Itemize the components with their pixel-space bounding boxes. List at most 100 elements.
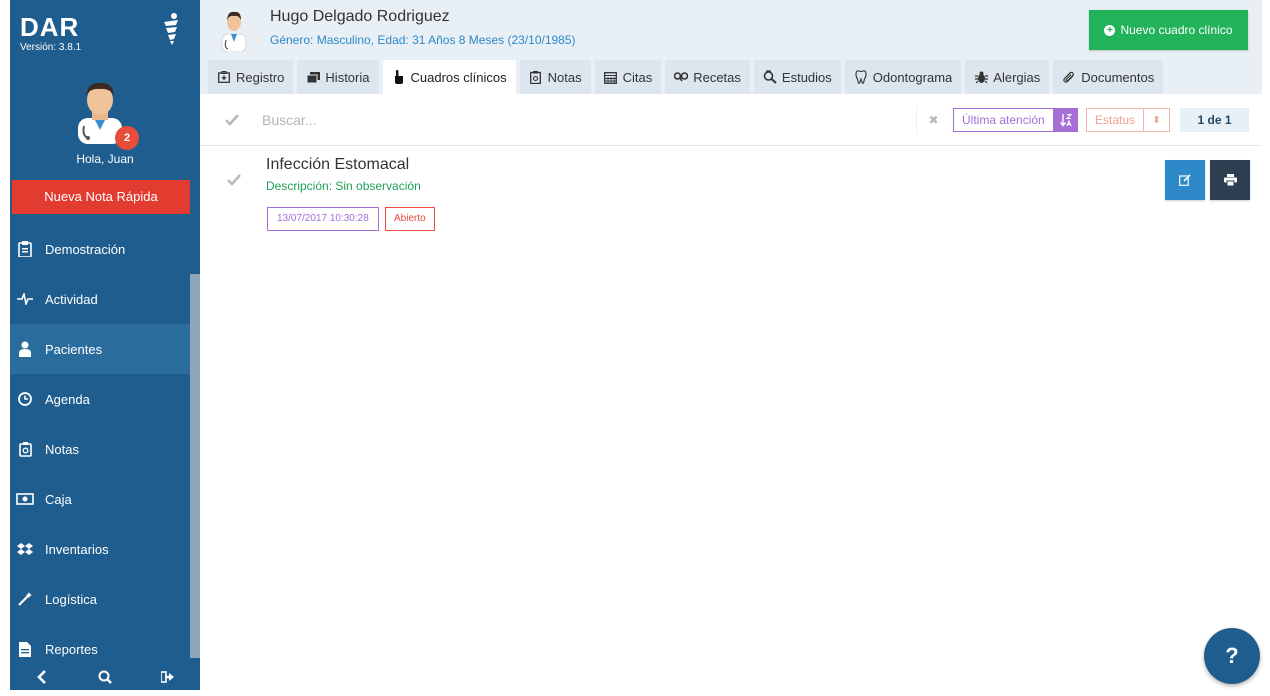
sidebar-item-label: Pacientes [45, 341, 103, 357]
sort-control: Última atención [953, 108, 1078, 132]
sidebar-item-notas[interactable]: Notas [10, 424, 200, 474]
tab-label: Estudios [781, 69, 832, 85]
sidebar-item-label: Notas [45, 441, 79, 457]
calendar-icon [604, 70, 618, 84]
tab-cuadros-clinicos[interactable]: Cuadros clínicos [382, 60, 516, 94]
patient-tabs: Registro Historia Cuadros clínicos Notas… [208, 60, 1167, 94]
tab-label: Historia [325, 69, 370, 85]
user-profile: 2 Hola, Juan [10, 70, 200, 180]
sidebar-item-label: Agenda [45, 391, 90, 407]
close-icon: ✖ [928, 113, 939, 127]
clipboard-icon [16, 240, 34, 258]
pills-icon [674, 70, 689, 84]
select-all-check-icon[interactable] [224, 112, 240, 128]
patient-name: Hugo Delgado Rodriguez [270, 8, 450, 25]
logout-button[interactable] [153, 665, 183, 689]
clipboard-icon [529, 70, 543, 84]
greeting: Hola, Juan [76, 152, 134, 166]
search-bar: ✖ Última atención Estatus ⬍ 1 de 1 [200, 94, 1262, 146]
print-button[interactable] [1210, 160, 1250, 200]
pulse-icon [16, 290, 34, 308]
tab-label: Recetas [693, 69, 741, 85]
tab-label: Citas [622, 69, 653, 85]
sort-direction-button[interactable] [1053, 108, 1078, 132]
clinical-case-title[interactable]: Infección Estomacal [266, 156, 409, 174]
tab-label: Cuadros clínicos [410, 69, 507, 85]
patient-avatar [221, 11, 247, 52]
status-filter: Estatus ⬍ [1086, 108, 1171, 132]
status-sort-button[interactable]: ⬍ [1144, 108, 1171, 132]
sidebar-search-button[interactable] [90, 665, 120, 689]
new-clinical-case-button[interactable]: + Nuevo cuadro clínico [1089, 10, 1248, 50]
sign-out-icon [161, 671, 175, 683]
tab-historia[interactable]: Historia [297, 60, 379, 94]
search-icon [98, 670, 112, 684]
history-icon [306, 70, 320, 84]
sidebar-item-caja[interactable]: Caja [10, 474, 200, 524]
tab-odontograma[interactable]: Odontograma [844, 60, 962, 94]
medkit-icon [217, 70, 231, 84]
patient-icon [16, 340, 34, 358]
notification-badge[interactable]: 2 [115, 126, 139, 150]
sidebar-item-label: Demostración [45, 241, 126, 257]
new-clinical-case-label: Nuevo cuadro clínico [1120, 23, 1233, 37]
edit-button[interactable] [1165, 160, 1205, 200]
paperclip-icon [1062, 70, 1076, 84]
status-filter-button[interactable]: Estatus [1086, 108, 1145, 132]
sidebar-item-actividad[interactable]: Actividad [10, 274, 200, 324]
hand-pointer-icon [392, 70, 406, 84]
tab-alergias[interactable]: Alergias [965, 60, 1050, 94]
sidebar-item-pacientes[interactable]: Pacientes [10, 324, 200, 374]
file-icon [16, 640, 34, 658]
clock-icon [16, 390, 34, 408]
quick-note-button[interactable]: Nueva Nota Rápida [12, 180, 190, 214]
edit-icon [1179, 174, 1191, 186]
sidebar: DAR Versión: 3.8.1 2 Hola, Juan Nueva No… [10, 0, 200, 690]
sort-alpha-icon [1059, 113, 1072, 127]
plus-circle-icon: + [1104, 24, 1116, 36]
sidebar-item-label: Logística [45, 591, 98, 607]
patient-info: Género: Masculino, Edad: 31 Años 8 Meses… [270, 33, 576, 47]
brand-logo-icon [164, 13, 178, 45]
sidebar-footer [10, 664, 200, 690]
search-input[interactable] [262, 108, 902, 132]
sidebar-item-label: Inventarios [45, 541, 109, 557]
sidebar-item-logistica[interactable]: Logística [10, 574, 200, 624]
tooth-icon [854, 70, 868, 84]
sidebar-item-label: Actividad [45, 291, 98, 307]
brand: DAR Versión: 3.8.1 [10, 0, 200, 70]
money-icon [16, 490, 34, 508]
tab-notas[interactable]: Notas [519, 60, 591, 94]
sidebar-item-demostracion[interactable]: Demostración [10, 224, 200, 274]
tab-recetas[interactable]: Recetas [665, 60, 750, 94]
tab-documentos[interactable]: Documentos [1053, 60, 1164, 94]
help-button[interactable]: ? [1204, 628, 1260, 684]
tab-label: Odontograma [872, 69, 953, 85]
tab-estudios[interactable]: Estudios [753, 60, 841, 94]
status-badge: Abierto [385, 207, 435, 231]
patient-header: Hugo Delgado Rodriguez Género: Masculino… [200, 0, 1262, 94]
sort-field-button[interactable]: Última atención [953, 108, 1054, 132]
tab-registro[interactable]: Registro [208, 60, 294, 94]
dropbox-icon [16, 540, 34, 558]
tab-label: Documentos [1081, 69, 1155, 85]
sidebar-item-agenda[interactable]: Agenda [10, 374, 200, 424]
chevron-left-icon [36, 670, 46, 684]
print-icon [1223, 174, 1237, 186]
sidebar-scrollbar[interactable] [190, 274, 200, 658]
search-file-icon [763, 70, 777, 84]
clear-search-button[interactable]: ✖ [916, 106, 950, 134]
tab-label: Registro [236, 69, 285, 85]
tab-label: Alergias [993, 69, 1041, 85]
notes-icon [16, 440, 34, 458]
sidebar-item-inventarios[interactable]: Inventarios [10, 524, 200, 574]
collapse-button[interactable] [27, 665, 57, 689]
row-check-icon[interactable] [226, 172, 242, 188]
clinical-case-description: Descripción: Sin observación [266, 179, 421, 193]
sort-icon: ⬍ [1152, 114, 1161, 126]
tab-citas[interactable]: Citas [594, 60, 662, 94]
date-badge: 13/07/2017 10:30:28 [267, 207, 379, 231]
clinical-case-row[interactable]: Infección Estomacal Descripción: Sin obs… [200, 146, 1262, 246]
bug-icon [974, 70, 988, 84]
pagination[interactable]: 1 de 1 [1180, 108, 1249, 132]
